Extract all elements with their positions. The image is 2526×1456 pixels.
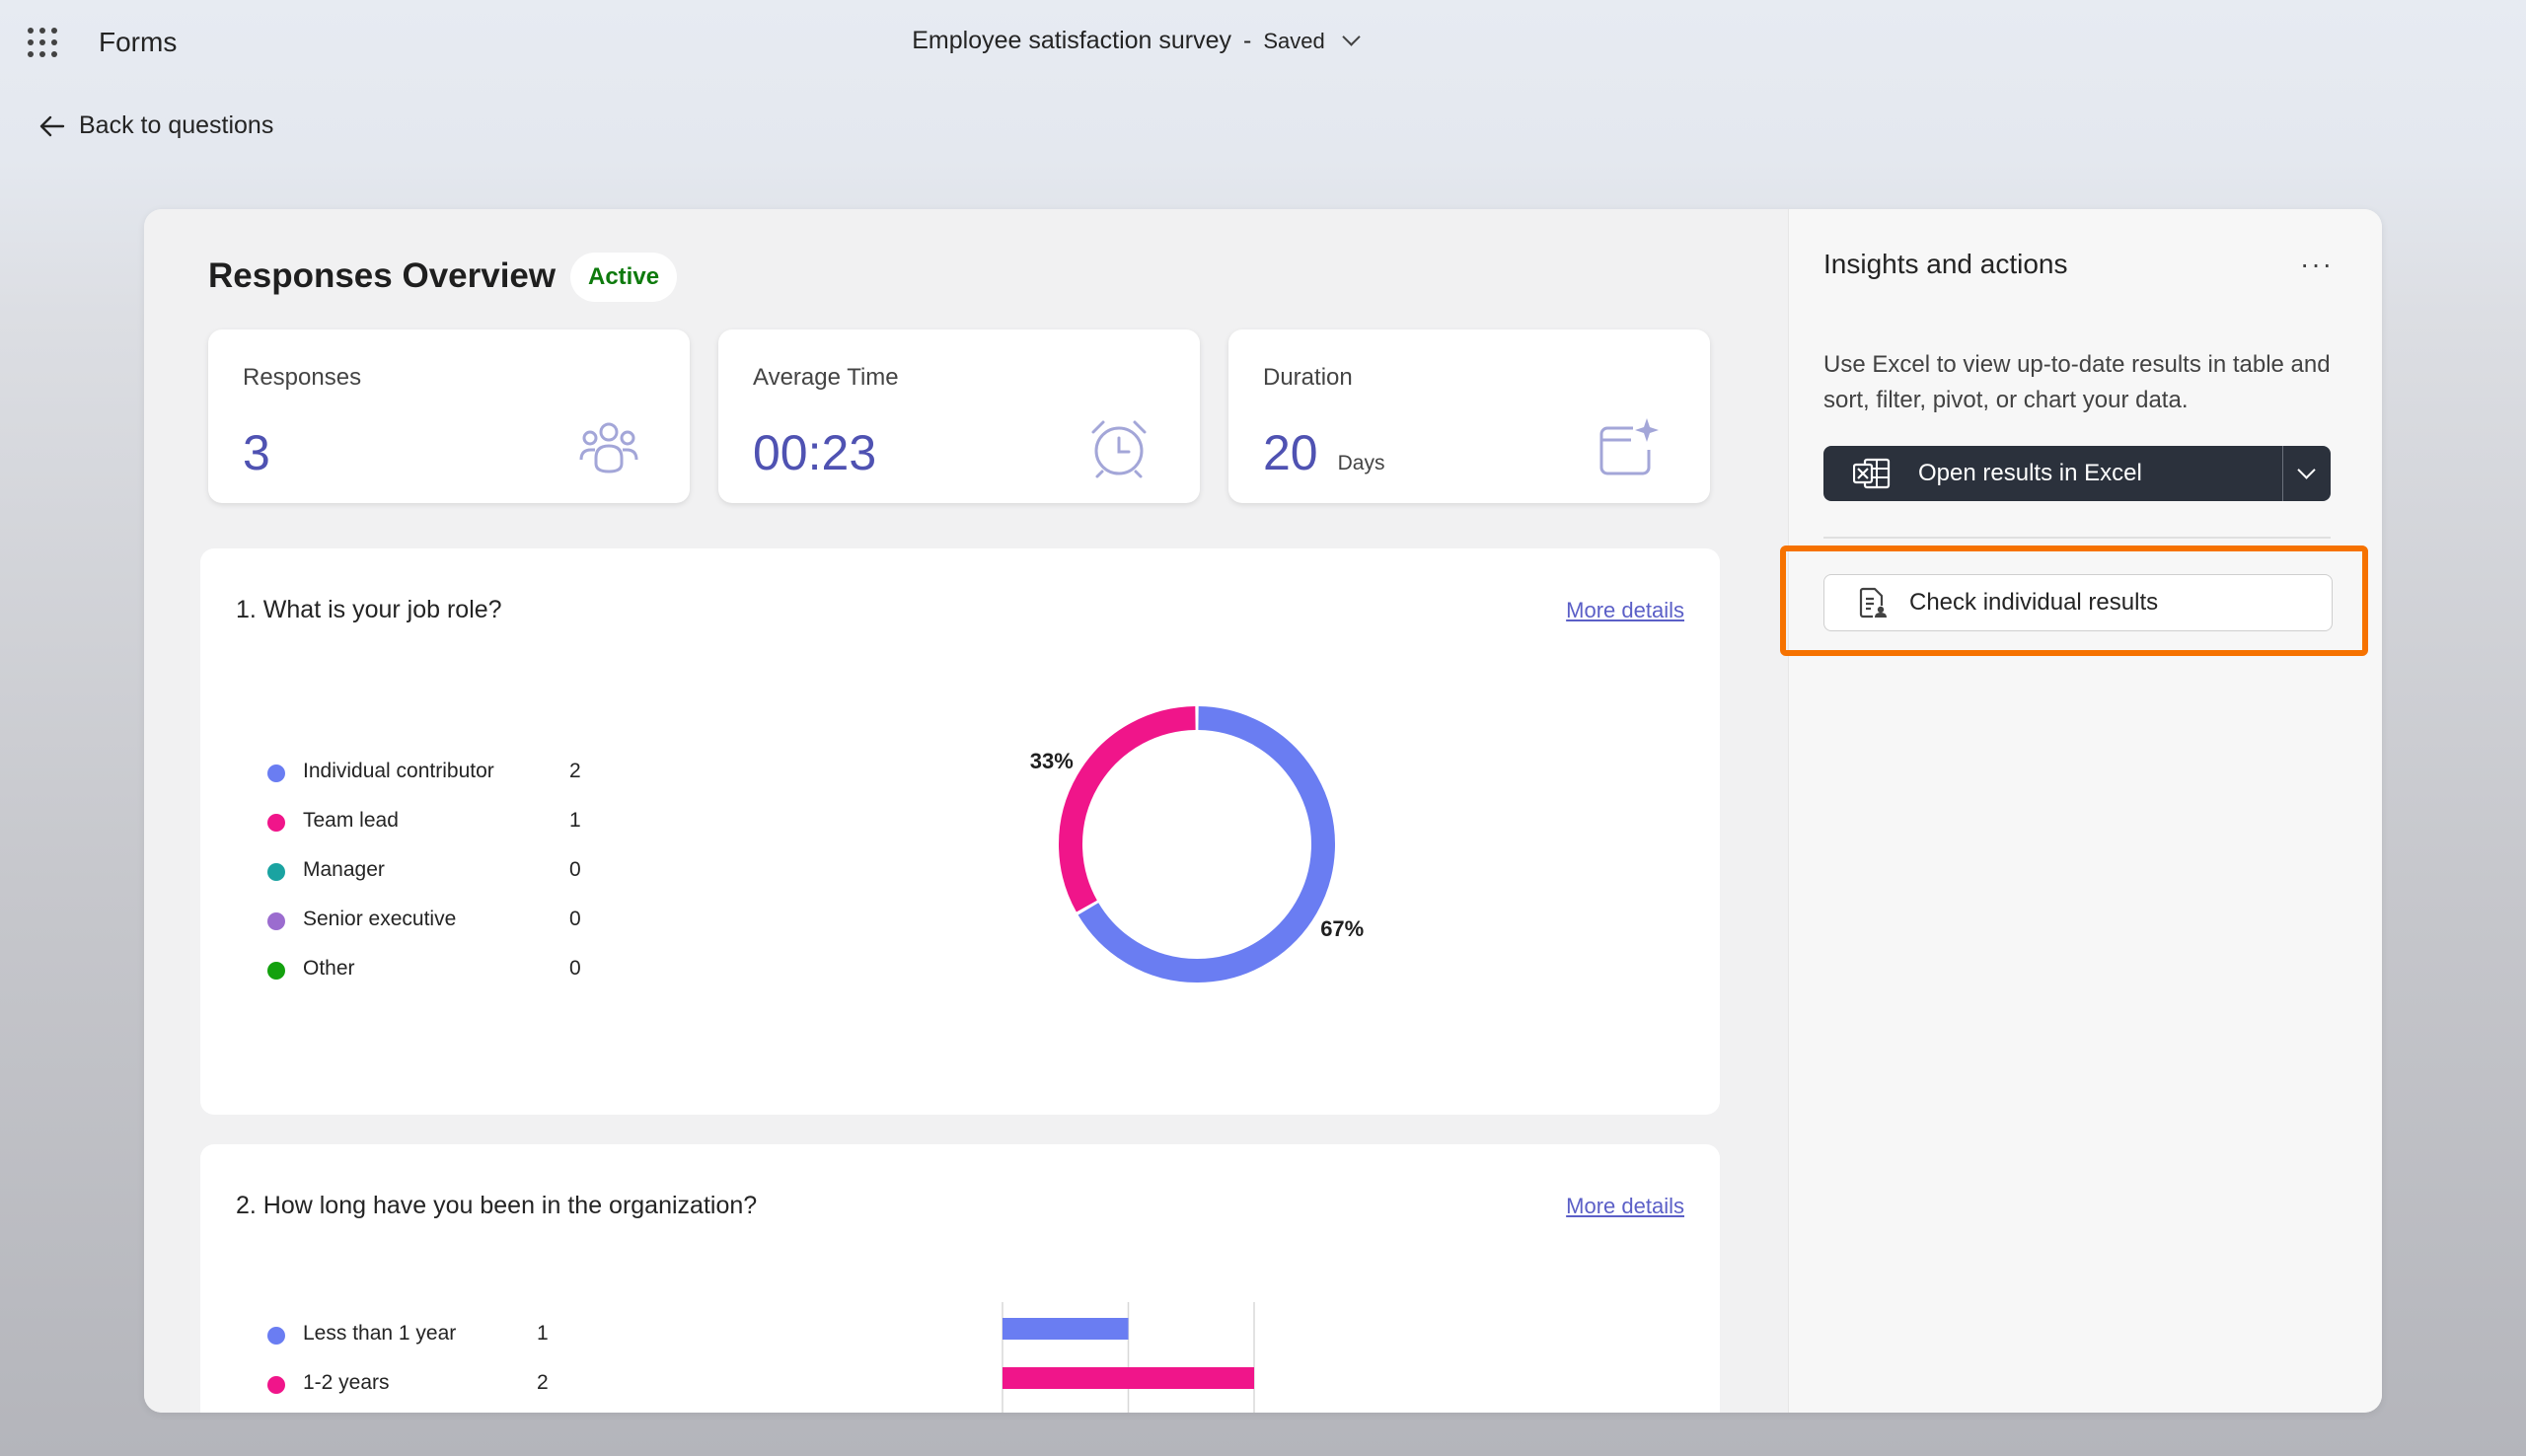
people-icon: [579, 422, 638, 473]
save-status: Saved: [1263, 29, 1325, 53]
document-title[interactable]: Employee satisfaction survey: [912, 27, 1231, 54]
legend-label: Senior executive: [303, 908, 457, 930]
highlight-box: [1780, 546, 2368, 656]
excel-icon: [1853, 458, 1891, 489]
results-panel: Responses Overview Active Responses 3 Av…: [144, 209, 2382, 1413]
donut-slice: [1059, 706, 1196, 912]
stat-label: Duration: [1263, 364, 1353, 391]
legend-label: Team lead: [303, 809, 399, 832]
legend-dot: [267, 814, 285, 832]
insights-sidebar: Insights and actions ··· Use Excel to vi…: [1788, 209, 2382, 1413]
legend-item: 1-2 years 2: [267, 1367, 603, 1407]
more-details-link[interactable]: More details: [1566, 598, 1684, 623]
sidebar-description: Use Excel to view up-to-date results in …: [1823, 351, 2331, 413]
back-to-questions-link[interactable]: Back to questions: [39, 111, 273, 140]
arrow-left-icon: [39, 115, 65, 136]
question-title: 1. What is your job role?: [236, 596, 502, 623]
legend-count: 2: [569, 760, 581, 782]
question-card-2: 2. How long have you been in the organiz…: [200, 1144, 1720, 1413]
donut-data-label: 33%: [1030, 749, 1074, 773]
legend-item: Team lead 1: [267, 805, 603, 844]
document-title-bar[interactable]: Employee satisfaction survey - Saved: [0, 27, 2269, 55]
stat-card-average-time: Average Time 00:23: [718, 329, 1200, 503]
more-details-link[interactable]: More details: [1566, 1194, 1684, 1219]
bar-chart: [1002, 1302, 1255, 1413]
legend-dot: [267, 962, 285, 980]
bar: [1003, 1318, 1129, 1340]
stat-card-duration: Duration 20 Days: [1228, 329, 1710, 503]
excel-options-dropdown[interactable]: [2282, 446, 2331, 501]
question-card-1: 1. What is your job role? More details I…: [200, 548, 1720, 1115]
legend-label: Manager: [303, 858, 385, 881]
legend-count: 0: [569, 858, 581, 881]
legend-label: Other: [303, 957, 355, 980]
donut-chart: 67% 33%: [1030, 706, 1364, 983]
open-in-excel-split-button: Open results in Excel: [1823, 446, 2331, 501]
question-title: 2. How long have you been in the organiz…: [236, 1192, 758, 1219]
chevron-down-icon[interactable]: [1342, 28, 1361, 46]
legend-item: Manager 0: [267, 854, 603, 894]
legend-count: 2: [537, 1371, 549, 1394]
legend-label: 1-2 years: [303, 1371, 390, 1394]
stat-label: Average Time: [753, 364, 899, 391]
more-horizontal-icon[interactable]: ···: [2300, 249, 2334, 280]
bar: [1003, 1367, 1254, 1389]
donut-data-label: 67%: [1320, 916, 1364, 941]
stat-value: 20 Days: [1263, 425, 1385, 480]
responses-overview: Responses Overview Active Responses 3 Av…: [144, 209, 1788, 1413]
legend-dot: [267, 1376, 285, 1394]
legend-label: Less than 1 year: [303, 1322, 457, 1345]
top-bar: Forms Employee satisfaction survey - Saved: [0, 0, 2526, 91]
legend-count: 1: [537, 1322, 549, 1345]
legend-dot: [267, 912, 285, 930]
title-separator: -: [1243, 27, 1252, 54]
stat-unit: Days: [1337, 452, 1385, 474]
overview-title: Responses Overview: [208, 256, 557, 295]
legend-count: 0: [569, 957, 581, 980]
back-label: Back to questions: [79, 111, 274, 139]
stat-value: 3: [243, 425, 270, 480]
calendar-sparkle-icon: [1599, 418, 1659, 475]
legend-item: Senior executive 0: [267, 904, 603, 943]
legend-dot: [267, 764, 285, 782]
open-in-excel-label: Open results in Excel: [1918, 460, 2142, 486]
legend-dot: [267, 863, 285, 881]
sidebar-divider: [1823, 537, 2331, 539]
legend-count: 0: [569, 908, 581, 930]
sidebar-title: Insights and actions: [1823, 249, 2068, 279]
stat-label: Responses: [243, 364, 362, 391]
legend-item: Other 0: [267, 953, 603, 992]
chevron-down-icon: [2297, 461, 2316, 479]
stat-card-responses: Responses 3: [208, 329, 690, 503]
status-badge: Active: [570, 253, 678, 302]
legend-item: Individual contributor 2: [267, 756, 603, 795]
alarm-clock-icon: [1091, 420, 1147, 478]
stat-value: 00:23: [753, 425, 877, 480]
legend-dot: [267, 1327, 285, 1345]
open-in-excel-button[interactable]: Open results in Excel: [1823, 446, 2283, 501]
legend-count: 1: [569, 809, 581, 832]
legend-item: Less than 1 year 1: [267, 1318, 603, 1357]
legend-label: Individual contributor: [303, 760, 494, 782]
